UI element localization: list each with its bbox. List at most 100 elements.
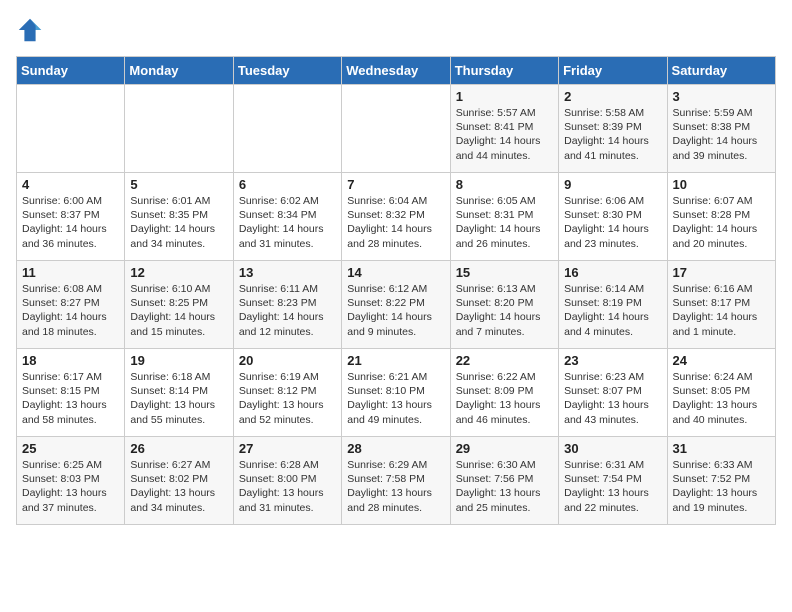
day-number: 19 bbox=[130, 353, 227, 368]
calendar-cell: 19 Sunrise: 6:18 AMSunset: 8:14 PMDayligh… bbox=[125, 349, 233, 437]
calendar-cell: 15 Sunrise: 6:13 AMSunset: 8:20 PMDayligh… bbox=[450, 261, 558, 349]
day-number: 23 bbox=[564, 353, 661, 368]
day-number: 1 bbox=[456, 89, 553, 104]
day-number: 2 bbox=[564, 89, 661, 104]
day-info: Sunrise: 6:31 AMSunset: 7:54 PMDaylight:… bbox=[564, 458, 661, 515]
calendar-cell: 13 Sunrise: 6:11 AMSunset: 8:23 PMDayligh… bbox=[233, 261, 341, 349]
day-info: Sunrise: 6:23 AMSunset: 8:07 PMDaylight:… bbox=[564, 370, 661, 427]
calendar-table: SundayMondayTuesdayWednesdayThursdayFrid… bbox=[16, 56, 776, 525]
day-number: 3 bbox=[673, 89, 770, 104]
calendar-cell: 11 Sunrise: 6:08 AMSunset: 8:27 PMDayligh… bbox=[17, 261, 125, 349]
day-number: 25 bbox=[22, 441, 119, 456]
calendar-cell: 1 Sunrise: 5:57 AMSunset: 8:41 PMDaylight… bbox=[450, 85, 558, 173]
calendar-week-row: 11 Sunrise: 6:08 AMSunset: 8:27 PMDayligh… bbox=[17, 261, 776, 349]
day-header-tuesday: Tuesday bbox=[233, 57, 341, 85]
day-info: Sunrise: 6:19 AMSunset: 8:12 PMDaylight:… bbox=[239, 370, 336, 427]
calendar-week-row: 25 Sunrise: 6:25 AMSunset: 8:03 PMDayligh… bbox=[17, 437, 776, 525]
day-info: Sunrise: 6:17 AMSunset: 8:15 PMDaylight:… bbox=[22, 370, 119, 427]
calendar-week-row: 18 Sunrise: 6:17 AMSunset: 8:15 PMDayligh… bbox=[17, 349, 776, 437]
calendar-cell: 28 Sunrise: 6:29 AMSunset: 7:58 PMDayligh… bbox=[342, 437, 450, 525]
day-info: Sunrise: 6:12 AMSunset: 8:22 PMDaylight:… bbox=[347, 282, 444, 339]
calendar-cell: 27 Sunrise: 6:28 AMSunset: 8:00 PMDayligh… bbox=[233, 437, 341, 525]
day-number: 20 bbox=[239, 353, 336, 368]
calendar-cell bbox=[342, 85, 450, 173]
page-header bbox=[16, 16, 776, 44]
day-info: Sunrise: 6:22 AMSunset: 8:09 PMDaylight:… bbox=[456, 370, 553, 427]
day-number: 29 bbox=[456, 441, 553, 456]
day-header-sunday: Sunday bbox=[17, 57, 125, 85]
day-info: Sunrise: 6:08 AMSunset: 8:27 PMDaylight:… bbox=[22, 282, 119, 339]
day-number: 7 bbox=[347, 177, 444, 192]
calendar-cell: 25 Sunrise: 6:25 AMSunset: 8:03 PMDayligh… bbox=[17, 437, 125, 525]
day-info: Sunrise: 6:05 AMSunset: 8:31 PMDaylight:… bbox=[456, 194, 553, 251]
day-number: 12 bbox=[130, 265, 227, 280]
calendar-cell: 30 Sunrise: 6:31 AMSunset: 7:54 PMDayligh… bbox=[559, 437, 667, 525]
calendar-cell: 31 Sunrise: 6:33 AMSunset: 7:52 PMDayligh… bbox=[667, 437, 775, 525]
day-number: 16 bbox=[564, 265, 661, 280]
day-number: 9 bbox=[564, 177, 661, 192]
day-number: 17 bbox=[673, 265, 770, 280]
calendar-cell: 5Sunrise: 6:01 AMSunset: 8:35 PMDaylight… bbox=[125, 173, 233, 261]
day-number: 14 bbox=[347, 265, 444, 280]
day-info: Sunrise: 6:30 AMSunset: 7:56 PMDaylight:… bbox=[456, 458, 553, 515]
day-header-saturday: Saturday bbox=[667, 57, 775, 85]
day-info: Sunrise: 6:02 AMSunset: 8:34 PMDaylight:… bbox=[239, 194, 336, 251]
calendar-week-row: 4Sunrise: 6:00 AMSunset: 8:37 PMDaylight… bbox=[17, 173, 776, 261]
calendar-cell: 12Sunrise: 6:10 AMSunset: 8:25 PMDayligh… bbox=[125, 261, 233, 349]
day-number: 8 bbox=[456, 177, 553, 192]
calendar-cell bbox=[125, 85, 233, 173]
day-info: Sunrise: 5:57 AMSunset: 8:41 PMDaylight:… bbox=[456, 106, 553, 163]
calendar-cell bbox=[233, 85, 341, 173]
day-header-thursday: Thursday bbox=[450, 57, 558, 85]
day-info: Sunrise: 6:27 AMSunset: 8:02 PMDaylight:… bbox=[130, 458, 227, 515]
logo-icon bbox=[16, 16, 44, 44]
calendar-cell: 6 Sunrise: 6:02 AMSunset: 8:34 PMDaylight… bbox=[233, 173, 341, 261]
day-info: Sunrise: 6:33 AMSunset: 7:52 PMDaylight:… bbox=[673, 458, 770, 515]
calendar-cell: 26 Sunrise: 6:27 AMSunset: 8:02 PMDayligh… bbox=[125, 437, 233, 525]
calendar-cell: 8 Sunrise: 6:05 AMSunset: 8:31 PMDaylight… bbox=[450, 173, 558, 261]
day-number: 28 bbox=[347, 441, 444, 456]
calendar-cell: 9 Sunrise: 6:06 AMSunset: 8:30 PMDaylight… bbox=[559, 173, 667, 261]
calendar-cell: 16 Sunrise: 6:14 AMSunset: 8:19 PMDayligh… bbox=[559, 261, 667, 349]
day-number: 6 bbox=[239, 177, 336, 192]
day-info: Sunrise: 6:07 AMSunset: 8:28 PMDaylight:… bbox=[673, 194, 770, 251]
day-number: 13 bbox=[239, 265, 336, 280]
day-header-monday: Monday bbox=[125, 57, 233, 85]
day-number: 31 bbox=[673, 441, 770, 456]
day-info: Sunrise: 6:29 AMSunset: 7:58 PMDaylight:… bbox=[347, 458, 444, 515]
calendar-cell: 18 Sunrise: 6:17 AMSunset: 8:15 PMDayligh… bbox=[17, 349, 125, 437]
calendar-cell: 17 Sunrise: 6:16 AMSunset: 8:17 PMDayligh… bbox=[667, 261, 775, 349]
day-info: Sunrise: 6:11 AMSunset: 8:23 PMDaylight:… bbox=[239, 282, 336, 339]
calendar-cell: 3 Sunrise: 5:59 AMSunset: 8:38 PMDaylight… bbox=[667, 85, 775, 173]
calendar-cell: 7 Sunrise: 6:04 AMSunset: 8:32 PMDaylight… bbox=[342, 173, 450, 261]
day-number: 15 bbox=[456, 265, 553, 280]
day-number: 26 bbox=[130, 441, 227, 456]
day-info: Sunrise: 6:16 AMSunset: 8:17 PMDaylight:… bbox=[673, 282, 770, 339]
day-number: 5 bbox=[130, 177, 227, 192]
day-info: Sunrise: 6:25 AMSunset: 8:03 PMDaylight:… bbox=[22, 458, 119, 515]
day-info: Sunrise: 5:58 AMSunset: 8:39 PMDaylight:… bbox=[564, 106, 661, 163]
day-info: Sunrise: 6:18 AMSunset: 8:14 PMDaylight:… bbox=[130, 370, 227, 427]
day-info: Sunrise: 6:24 AMSunset: 8:05 PMDaylight:… bbox=[673, 370, 770, 427]
day-number: 27 bbox=[239, 441, 336, 456]
day-info: Sunrise: 6:04 AMSunset: 8:32 PMDaylight:… bbox=[347, 194, 444, 251]
day-number: 30 bbox=[564, 441, 661, 456]
calendar-week-row: 1 Sunrise: 5:57 AMSunset: 8:41 PMDaylight… bbox=[17, 85, 776, 173]
calendar-cell: 21Sunrise: 6:21 AMSunset: 8:10 PMDayligh… bbox=[342, 349, 450, 437]
day-number: 24 bbox=[673, 353, 770, 368]
day-info: Sunrise: 5:59 AMSunset: 8:38 PMDaylight:… bbox=[673, 106, 770, 163]
logo bbox=[16, 16, 48, 44]
day-number: 18 bbox=[22, 353, 119, 368]
calendar-cell: 24 Sunrise: 6:24 AMSunset: 8:05 PMDayligh… bbox=[667, 349, 775, 437]
day-info: Sunrise: 6:28 AMSunset: 8:00 PMDaylight:… bbox=[239, 458, 336, 515]
day-info: Sunrise: 6:06 AMSunset: 8:30 PMDaylight:… bbox=[564, 194, 661, 251]
calendar-cell: 4Sunrise: 6:00 AMSunset: 8:37 PMDaylight… bbox=[17, 173, 125, 261]
day-number: 11 bbox=[22, 265, 119, 280]
day-number: 21 bbox=[347, 353, 444, 368]
calendar-cell: 14 Sunrise: 6:12 AMSunset: 8:22 PMDayligh… bbox=[342, 261, 450, 349]
day-info: Sunrise: 6:14 AMSunset: 8:19 PMDaylight:… bbox=[564, 282, 661, 339]
day-number: 22 bbox=[456, 353, 553, 368]
day-info: Sunrise: 6:13 AMSunset: 8:20 PMDaylight:… bbox=[456, 282, 553, 339]
day-number: 10 bbox=[673, 177, 770, 192]
calendar-cell: 22 Sunrise: 6:22 AMSunset: 8:09 PMDayligh… bbox=[450, 349, 558, 437]
